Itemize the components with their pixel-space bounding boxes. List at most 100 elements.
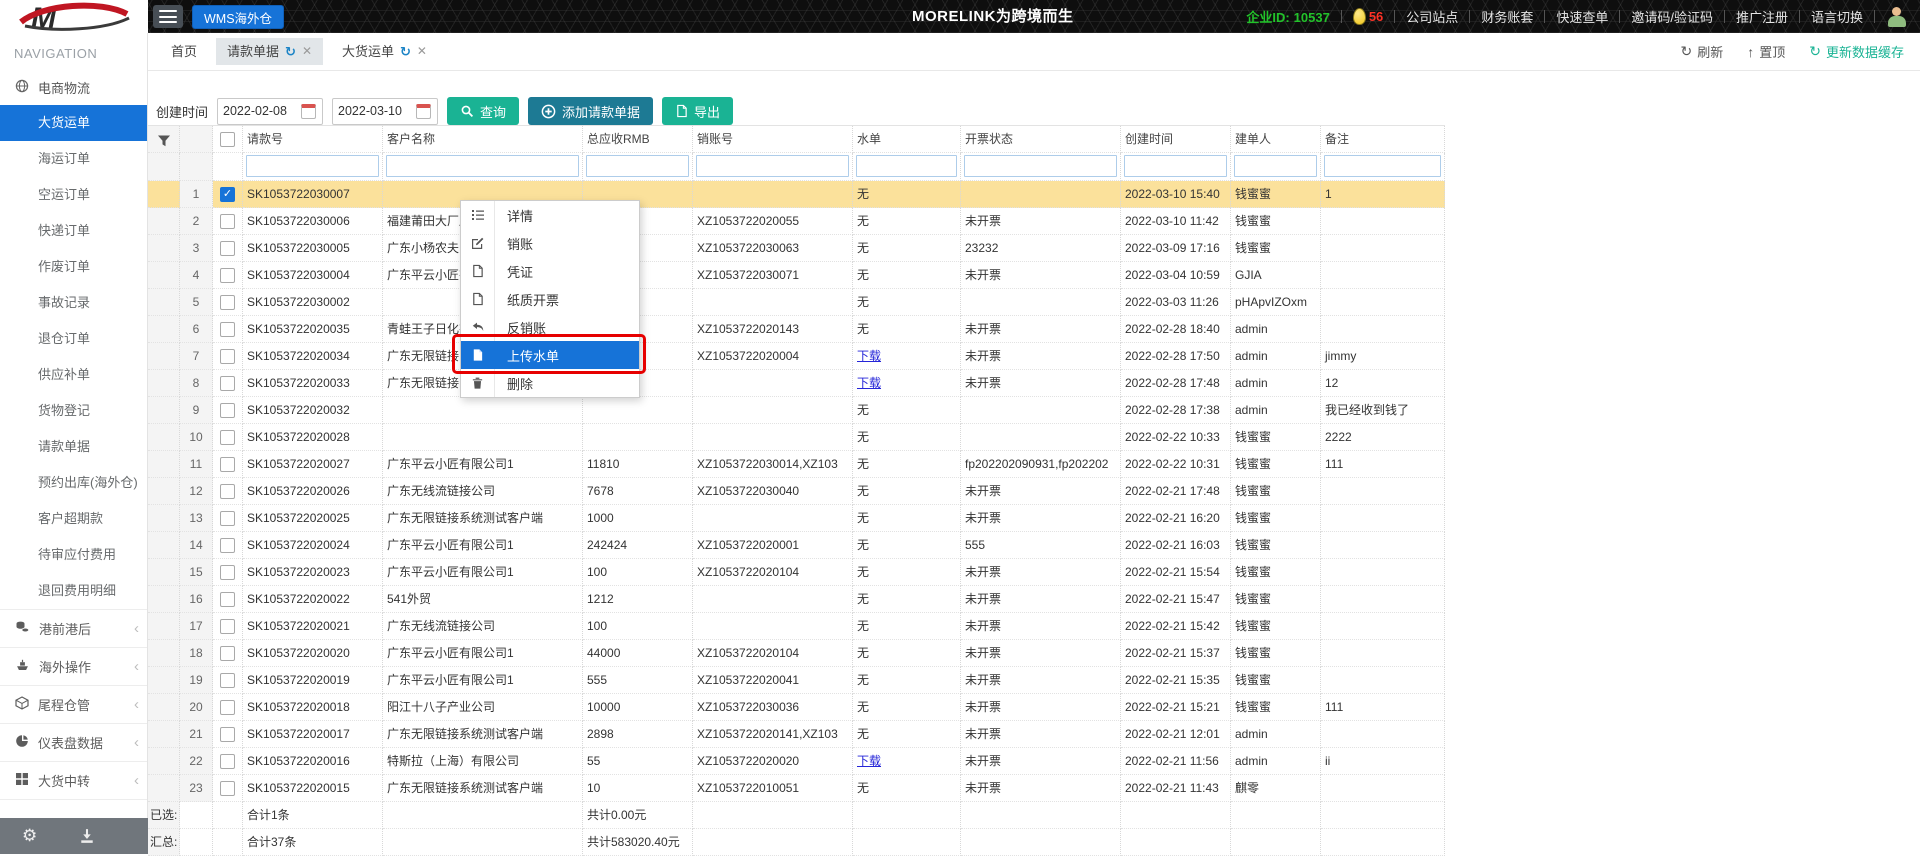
sidebar-item[interactable]: 空运订单 — [0, 177, 147, 213]
column-filter-input[interactable] — [386, 155, 579, 177]
context-menu-item[interactable]: 销账 — [461, 229, 639, 257]
row-checkbox[interactable] — [220, 457, 235, 472]
tab-close-icon[interactable]: ✕ — [302, 38, 312, 65]
download-icon[interactable] — [79, 828, 95, 844]
table-row[interactable]: 22SK1053722020016特斯拉（上海）有限公司55XZ10537220… — [148, 748, 1445, 775]
user-avatar[interactable] — [1886, 5, 1908, 29]
table-row[interactable]: 21SK1053722020017广东无限链接系统测试客户端2898XZ1053… — [148, 721, 1445, 748]
table-row[interactable]: 7SK1053722020034广东无限链接系XZ1053722020004下载… — [148, 343, 1445, 370]
column-filter-input[interactable] — [246, 155, 379, 177]
table-row[interactable]: 23SK1053722020015广东无限链接系统测试客户端10XZ105372… — [148, 775, 1445, 802]
table-row[interactable]: 8SK1053722020033广东无限链接系下载未开票2022-02-28 1… — [148, 370, 1445, 397]
table-row[interactable]: 15SK1053722020023广东平云小匠有限公司1100XZ1053722… — [148, 559, 1445, 586]
context-menu-item[interactable]: 凭证 — [461, 257, 639, 285]
table-row[interactable]: 19SK1053722020019广东平云小匠有限公司1555XZ1053722… — [148, 667, 1445, 694]
select-all-checkbox[interactable] — [220, 132, 235, 147]
topbar-menu-item[interactable]: 语言切换 — [1811, 7, 1863, 26]
tab-home[interactable]: 首页 — [160, 38, 208, 65]
context-menu-item[interactable]: 上传水单 — [461, 341, 639, 369]
sidebar-item[interactable]: 事故记录 — [0, 285, 147, 321]
sidebar-item[interactable]: 作废订单 — [0, 249, 147, 285]
row-checkbox[interactable] — [220, 511, 235, 526]
table-row[interactable]: 1✓SK1053722030007无2022-03-10 15:40钱蜜蜜1 — [148, 181, 1445, 208]
date-to-input[interactable] — [338, 104, 412, 118]
date-from-input[interactable] — [223, 104, 297, 118]
column-header[interactable]: 创建时间 — [1121, 126, 1231, 153]
sidebar-item[interactable]: 供应补单 — [0, 357, 147, 393]
sidebar-item[interactable]: 货物登记 — [0, 393, 147, 429]
table-row[interactable]: 14SK1053722020024广东平云小匠有限公司1242424XZ1053… — [148, 532, 1445, 559]
wms-overseas-button[interactable]: WMS海外仓 — [192, 5, 284, 29]
sidebar-item[interactable]: 退仓订单 — [0, 321, 147, 357]
row-checkbox[interactable] — [220, 592, 235, 607]
table-row[interactable]: 6SK1053722020035青蛙王子日化有XZ1053722020143无未… — [148, 316, 1445, 343]
row-checkbox[interactable] — [220, 403, 235, 418]
tab-request-documents[interactable]: 请款单据 ↻ ✕ — [216, 38, 323, 65]
column-filter-input[interactable] — [964, 155, 1117, 177]
row-checkbox[interactable] — [220, 700, 235, 715]
column-header[interactable]: 开票状态 — [961, 126, 1121, 153]
add-request-button[interactable]: 添加请款单据 — [528, 97, 653, 125]
row-checkbox[interactable] — [220, 565, 235, 580]
column-header[interactable]: 备注 — [1321, 126, 1445, 153]
tab-refresh-icon[interactable]: ↻ — [400, 38, 411, 65]
column-header[interactable]: 水单 — [853, 126, 961, 153]
download-water-bill-link[interactable]: 下载 — [857, 754, 881, 768]
row-checkbox[interactable] — [220, 673, 235, 688]
context-menu-item[interactable]: 删除 — [461, 369, 639, 397]
calendar-icon[interactable] — [301, 104, 316, 119]
topbar-menu-item[interactable]: 邀请码/验证码 — [1631, 7, 1713, 26]
row-checkbox[interactable] — [220, 646, 235, 661]
topbar-menu-item[interactable]: 财务账套 — [1481, 7, 1533, 26]
row-checkbox[interactable] — [220, 754, 235, 769]
column-filter-input[interactable] — [1324, 155, 1441, 177]
row-checkbox[interactable]: ✓ — [220, 187, 235, 202]
column-header[interactable]: 建单人 — [1231, 126, 1321, 153]
column-filter-input[interactable] — [1234, 155, 1317, 177]
settings-gear-icon[interactable]: ⚙ — [22, 826, 37, 846]
row-checkbox[interactable] — [220, 241, 235, 256]
table-row[interactable]: 12SK1053722020026广东无线流链接公司7678XZ10537220… — [148, 478, 1445, 505]
row-checkbox[interactable] — [220, 295, 235, 310]
sidebar-section[interactable]: 海外操作‹ — [0, 647, 147, 685]
column-filter-input[interactable] — [1124, 155, 1227, 177]
column-filter-input[interactable] — [696, 155, 849, 177]
row-checkbox[interactable] — [220, 214, 235, 229]
table-row[interactable]: 3SK1053722030005广东小杨农夫山XZ1053722030063无2… — [148, 235, 1445, 262]
refresh-action[interactable]: ↻刷新 — [1680, 42, 1723, 61]
sidebar-toggle-icon[interactable] — [153, 5, 183, 28]
download-water-bill-link[interactable]: 下载 — [857, 349, 881, 363]
table-row[interactable]: 11SK1053722020027广东平云小匠有限公司111810XZ10537… — [148, 451, 1445, 478]
sidebar-group-ecommerce[interactable]: 电商物流 — [0, 69, 147, 105]
row-checkbox[interactable] — [220, 781, 235, 796]
sidebar-section[interactable]: 仪表盘数据‹ — [0, 723, 147, 761]
topbar-menu-item[interactable]: 推广注册 — [1736, 7, 1788, 26]
column-header[interactable]: 总应收RMB — [583, 126, 693, 153]
table-row[interactable]: 13SK1053722020025广东无限链接系统测试客户端1000无未开票20… — [148, 505, 1445, 532]
sidebar-section[interactable]: 大货中转‹ — [0, 761, 147, 799]
table-row[interactable]: 20SK1053722020018阳江十八子产业公司10000XZ1053722… — [148, 694, 1445, 721]
sidebar-item[interactable]: 客户超期款 — [0, 501, 147, 537]
morelink-logo[interactable]: M — [0, 0, 148, 33]
export-button[interactable]: 导出 — [662, 97, 733, 125]
row-checkbox[interactable] — [220, 484, 235, 499]
download-water-bill-link[interactable]: 下载 — [857, 376, 881, 390]
table-row[interactable]: 2SK1053722030006福建莆田大厂房XZ1053722020055无未… — [148, 208, 1445, 235]
calendar-icon[interactable] — [416, 104, 431, 119]
sidebar-item[interactable]: 海运订单 — [0, 141, 147, 177]
topbar-menu-item[interactable]: 快速查单 — [1556, 7, 1608, 26]
row-checkbox[interactable] — [220, 430, 235, 445]
sidebar-item[interactable]: 大货运单 — [0, 105, 147, 141]
row-checkbox[interactable] — [220, 322, 235, 337]
tab-bulk-freight[interactable]: 大货运单 ↻ ✕ — [331, 38, 438, 65]
row-checkbox[interactable] — [220, 268, 235, 283]
context-menu-item[interactable]: 反销账 — [461, 313, 639, 341]
row-checkbox[interactable] — [220, 538, 235, 553]
table-row[interactable]: 17SK1053722020021广东无线流链接公司100无未开票2022-02… — [148, 613, 1445, 640]
table-row[interactable]: 5SK1053722030002无2022-03-03 11:26pHApvIZ… — [148, 289, 1445, 316]
tab-close-icon[interactable]: ✕ — [417, 38, 427, 65]
row-checkbox[interactable] — [220, 376, 235, 391]
row-checkbox[interactable] — [220, 619, 235, 634]
tab-refresh-icon[interactable]: ↻ — [285, 38, 296, 65]
row-checkbox[interactable] — [220, 727, 235, 742]
